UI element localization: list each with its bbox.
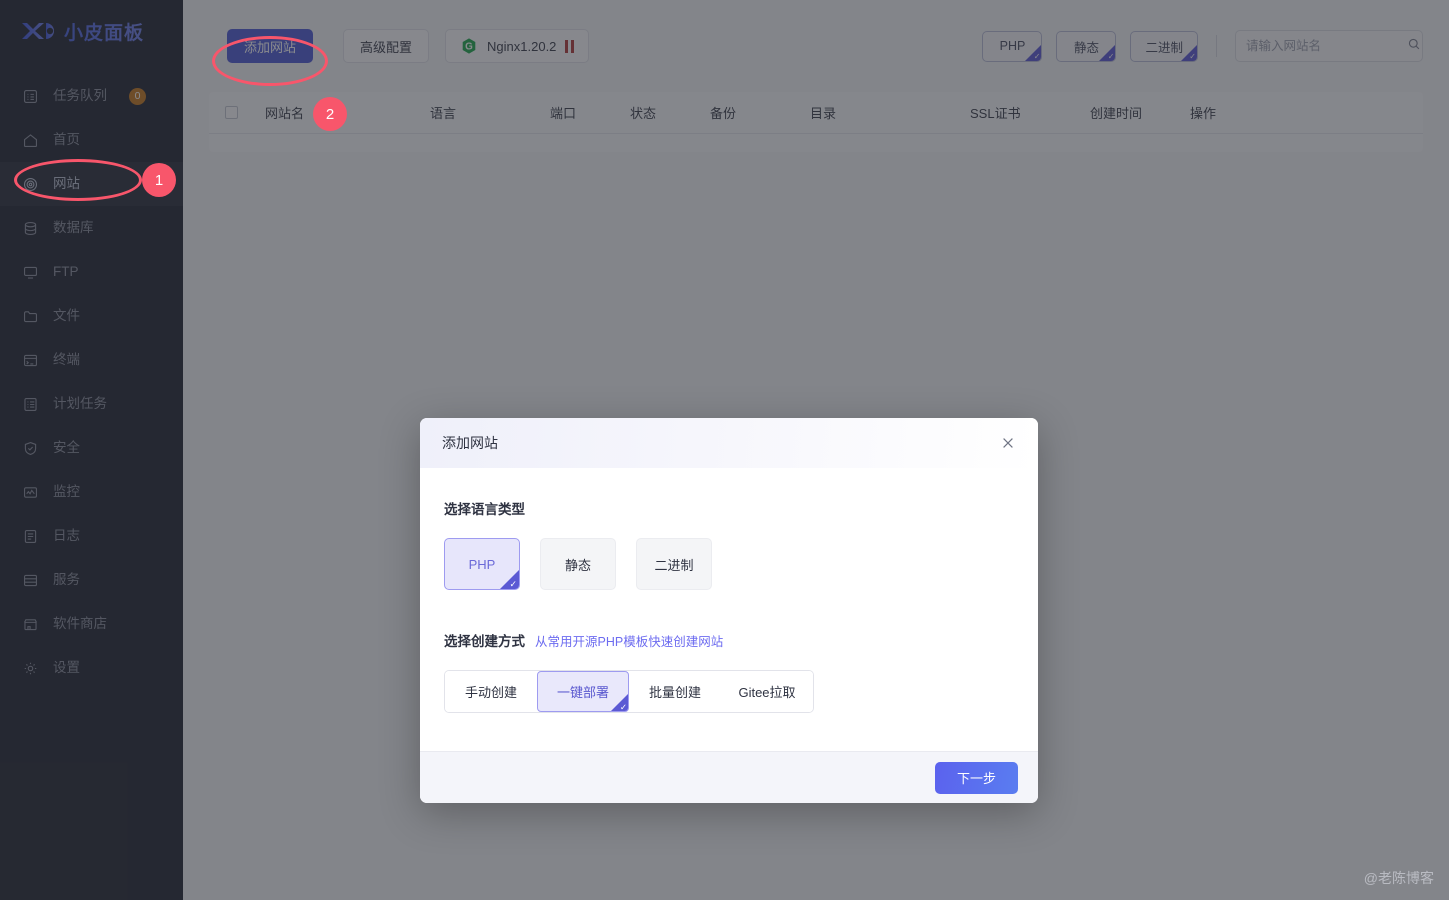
next-step-button[interactable]: 下一步 — [934, 761, 1018, 794]
check-icon: ✓ — [619, 701, 627, 712]
create-method-hint: 从常用开源PHP模板快速创建网站 — [535, 635, 724, 649]
close-icon[interactable] — [996, 431, 1020, 455]
create-method-label: 批量创建 — [648, 685, 701, 700]
create-method-batch[interactable]: 批量创建 — [629, 671, 721, 712]
language-options: PHP ✓ 静态 二进制 — [444, 538, 1014, 590]
app-root: 小皮面板 任务队列 0 首页 — [0, 0, 1449, 900]
create-method-one-click-deploy[interactable]: 一键部署 ✓ — [537, 671, 629, 712]
create-method-label: 手动创建 — [464, 685, 517, 700]
lang-option-label: PHP — [468, 556, 496, 572]
check-icon: ✓ — [509, 579, 517, 589]
watermark: @老陈博客 — [1363, 870, 1434, 886]
add-site-dialog: 添加网站 选择语言类型 PHP ✓ 静态 二进制 选择创建方式 从常用开源PHP… — [420, 418, 1038, 803]
lang-option-label: 静态 — [564, 557, 591, 573]
create-method-label: Gitee拉取 — [738, 685, 796, 700]
dialog-header: 添加网站 — [420, 418, 1038, 468]
dialog-footer: 下一步 — [420, 751, 1038, 803]
lang-option-php[interactable]: PHP ✓ — [444, 538, 520, 590]
dialog-body: 选择语言类型 PHP ✓ 静态 二进制 选择创建方式 从常用开源PHP模板快速创… — [420, 468, 1038, 751]
create-method-section-title: 选择创建方式 — [444, 634, 525, 649]
create-method-manual[interactable]: 手动创建 — [445, 671, 537, 712]
language-section-title: 选择语言类型 — [444, 502, 525, 517]
lang-option-static[interactable]: 静态 — [540, 538, 616, 590]
language-section-label: 选择语言类型 — [444, 498, 1014, 518]
lang-option-binary[interactable]: 二进制 — [636, 538, 712, 590]
dialog-title: 添加网站 — [442, 435, 498, 451]
create-method-section-label: 选择创建方式 从常用开源PHP模板快速创建网站 — [444, 630, 1014, 650]
create-method-options: 手动创建 一键部署 ✓ 批量创建 Gitee拉取 — [444, 670, 814, 713]
lang-option-label: 二进制 — [654, 557, 694, 573]
create-method-label: 一键部署 — [556, 685, 609, 700]
create-method-gitee[interactable]: Gitee拉取 — [721, 671, 813, 712]
